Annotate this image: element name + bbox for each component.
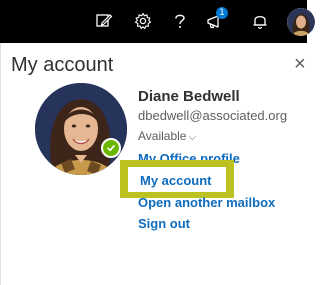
edit-icon[interactable] (89, 6, 119, 36)
open-another-mailbox-link[interactable]: Open another mailbox (138, 195, 275, 210)
presence-available-icon (101, 138, 121, 158)
status-label: Available (138, 129, 187, 143)
user-avatar (35, 83, 127, 175)
gear-icon[interactable] (128, 6, 158, 36)
panel-title: My account (11, 54, 114, 76)
notification-badge: 1 (216, 7, 228, 19)
top-bar: 1 (0, 0, 315, 43)
chevron-down-icon: ⌵ (188, 132, 197, 143)
help-icon[interactable] (165, 6, 195, 36)
status-dropdown[interactable]: Available ⌵ (138, 129, 196, 143)
bell-icon[interactable] (245, 6, 275, 36)
megaphone-icon[interactable]: 1 (201, 6, 231, 36)
sign-out-link[interactable]: Sign out (138, 216, 190, 231)
close-button[interactable]: × (294, 51, 310, 77)
my-account-link[interactable]: My account (140, 173, 212, 188)
user-email: dbedwell@associated.org (138, 108, 288, 123)
user-name: Diane Bedwell (138, 88, 240, 105)
profile-avatar[interactable] (287, 8, 315, 36)
